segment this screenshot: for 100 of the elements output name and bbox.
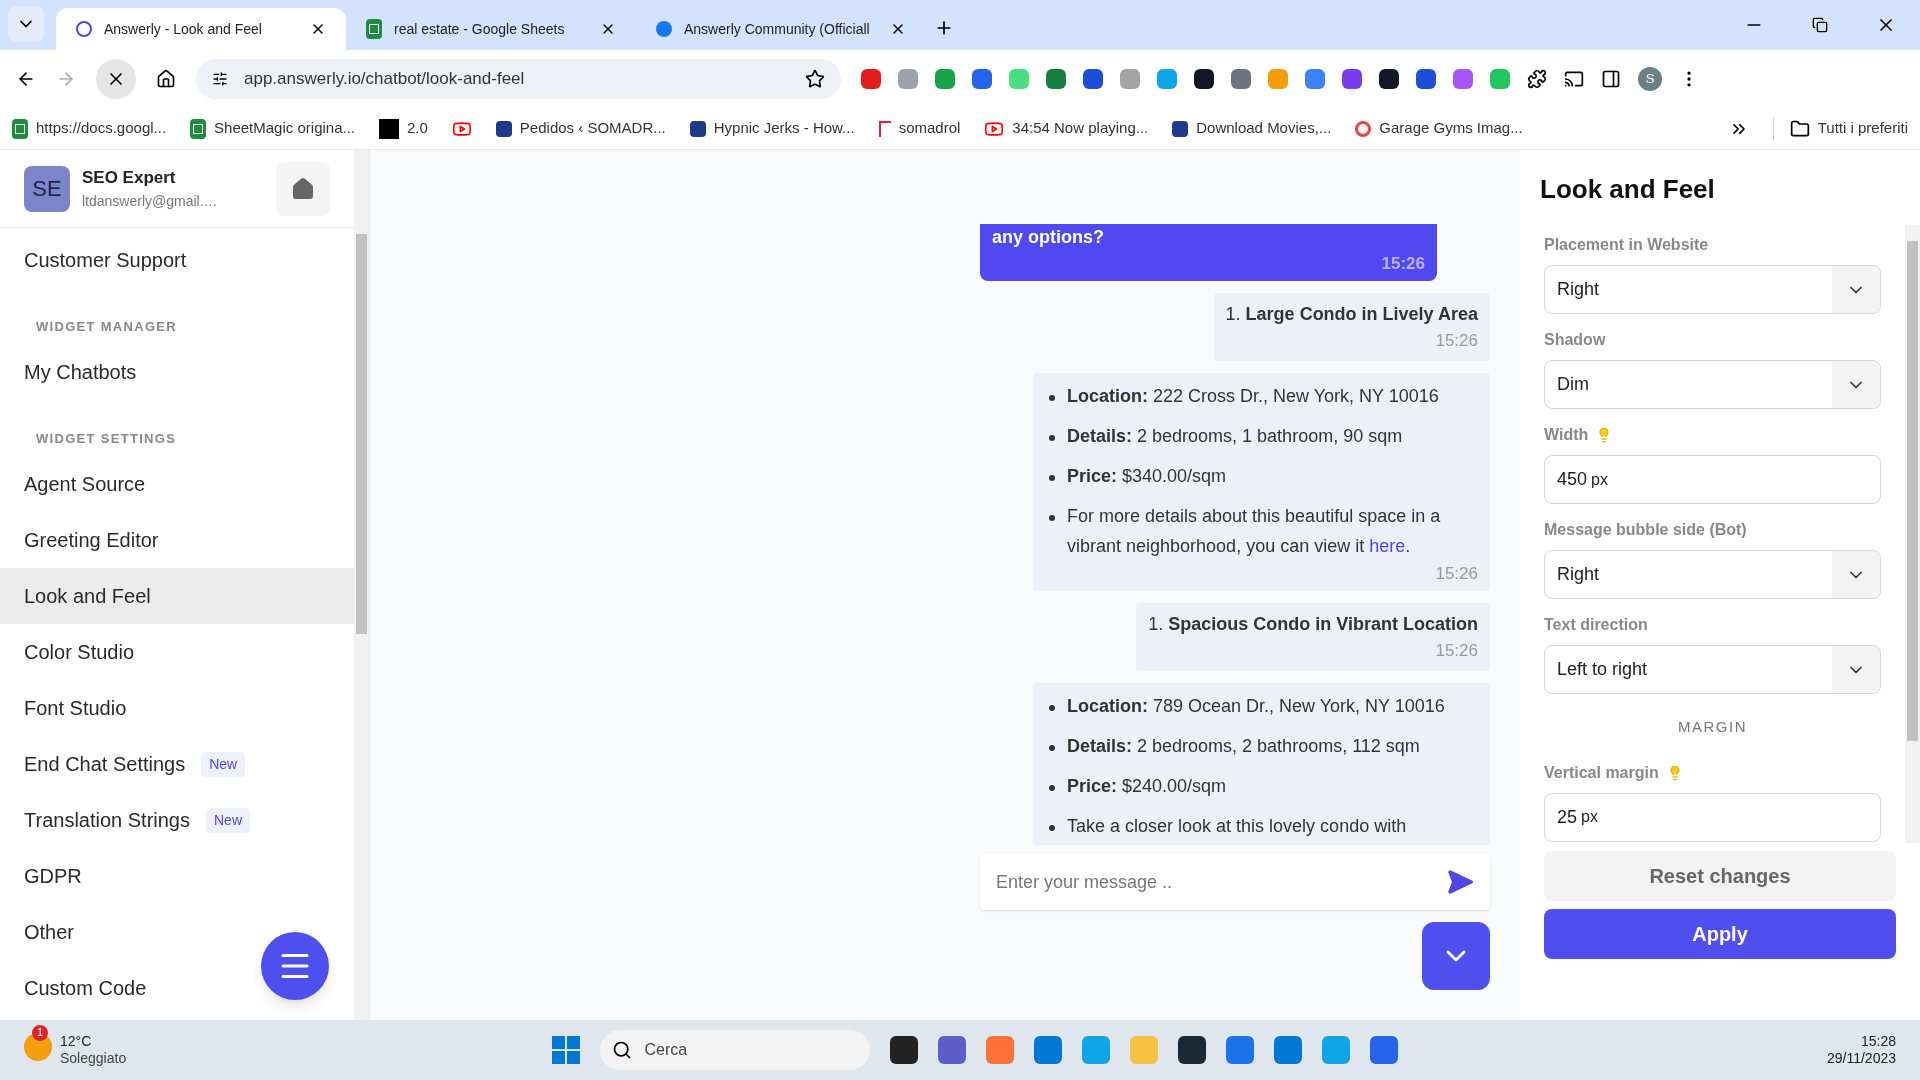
home-icon bbox=[291, 176, 315, 201]
select-dropdown[interactable]: Left to right bbox=[1544, 645, 1881, 694]
bookmark[interactable]: Garage Gyms Imag... bbox=[1355, 117, 1523, 140]
apply-button[interactable]: Apply bbox=[1544, 909, 1896, 959]
facebook-icon bbox=[656, 21, 672, 37]
start-icon[interactable] bbox=[552, 1036, 581, 1064]
message-text: Take a closer look at this lovely condo with bbox=[1067, 815, 1407, 838]
bookmark-label: 34:54 Now playing... bbox=[1012, 118, 1149, 139]
message-text: Price: $340.00/sqm bbox=[1067, 465, 1227, 488]
weather-condition: Soleggiato bbox=[60, 1050, 127, 1068]
select-dropdown[interactable]: Dim bbox=[1544, 360, 1881, 409]
restore-icon[interactable] bbox=[1812, 17, 1828, 33]
message-text: any options? bbox=[992, 226, 1105, 249]
bookmark[interactable]: 2.0 bbox=[379, 117, 428, 140]
url-text: app.answerly.io/chatbot/look-and-feel bbox=[244, 68, 526, 91]
cast-icon[interactable] bbox=[1564, 69, 1584, 89]
field-label: Shadow bbox=[1544, 330, 1606, 350]
nav-label: Custom Code bbox=[24, 976, 147, 1001]
panel-title: Look and Feel bbox=[1539, 173, 1716, 206]
browser-tab[interactable]: Answerly Community (Officiall bbox=[636, 8, 926, 50]
temperature: 12°C bbox=[60, 1032, 93, 1050]
side-panel-icon[interactable] bbox=[1601, 69, 1621, 89]
bookmark-label: somadrol bbox=[898, 118, 961, 139]
bookmark[interactable]: Download Movies,... bbox=[1172, 117, 1332, 140]
browser-tab[interactable]: Answerly - Look and Feel bbox=[56, 8, 346, 50]
bookmark[interactable]: https://docs.googl... bbox=[12, 117, 167, 140]
message-text: Location: 222 Cross Dr., New York, NY 10016 bbox=[1067, 385, 1439, 408]
number-input-field[interactable]: 25 px bbox=[1544, 792, 1881, 842]
field-value: 450 bbox=[1557, 468, 1588, 491]
extension-icon[interactable] bbox=[1416, 69, 1436, 89]
bookmark[interactable]: 34:54 Now playing... bbox=[984, 117, 1149, 140]
bookmark[interactable]: SheetMagic origina... bbox=[190, 117, 355, 140]
bookmark-label: Hypnic Jerks - How... bbox=[713, 118, 855, 139]
bookmark-label: 2.0 bbox=[407, 118, 428, 139]
spreadsheet-icon bbox=[366, 19, 382, 39]
unit-label: px bbox=[1581, 807, 1598, 827]
spreadsheet-icon bbox=[12, 118, 28, 139]
user-email: ltdanswerly@gmail.… bbox=[82, 191, 219, 211]
all-bookmarks[interactable]: Tutti i preferiti bbox=[1772, 117, 1908, 140]
taskbar-app-icon[interactable] bbox=[890, 1036, 919, 1064]
message-time: 15:26 bbox=[1435, 329, 1478, 352]
bookmark[interactable]: Pedidos ‹ SOMADR... bbox=[495, 117, 666, 140]
extension-icon[interactable] bbox=[1194, 69, 1214, 89]
bullet-icon bbox=[1049, 705, 1055, 711]
taskbar-search[interactable]: Cerca bbox=[600, 1030, 871, 1070]
clock-date: 29/11/2023 bbox=[1826, 1050, 1896, 1068]
spreadsheet-icon bbox=[190, 118, 207, 139]
select-dropdown[interactable]: Right bbox=[1544, 265, 1881, 314]
star-icon[interactable] bbox=[805, 69, 825, 89]
tab-title: Answerly Community (Officiall bbox=[684, 19, 871, 39]
address-bar[interactable]: app.answerly.io/chatbot/look-and-feel bbox=[196, 59, 841, 99]
site-icon bbox=[689, 120, 706, 137]
bookmark-label: Pedidos ‹ SOMADR... bbox=[519, 118, 666, 139]
field-label: Vertical margin bbox=[1544, 762, 1659, 783]
home-button[interactable] bbox=[276, 161, 330, 216]
bullet-icon bbox=[1049, 785, 1055, 791]
new-badge: New bbox=[206, 807, 250, 833]
stop-loading-button[interactable] bbox=[96, 59, 136, 99]
nav-label: Agent Source bbox=[24, 472, 146, 497]
field-label: Text direction bbox=[1544, 615, 1648, 635]
extension-icon[interactable] bbox=[1083, 69, 1103, 89]
profile-avatar[interactable]: S bbox=[1638, 67, 1662, 91]
home-icon[interactable] bbox=[156, 69, 176, 89]
here-link[interactable]: here bbox=[1369, 536, 1406, 556]
extension-icon[interactable] bbox=[1379, 69, 1399, 89]
field-value: 25 bbox=[1557, 805, 1578, 829]
select-dropdown[interactable]: Right bbox=[1544, 550, 1881, 599]
message-text: Price: $240.00/sqm bbox=[1067, 775, 1227, 798]
nav-label: Color Studio bbox=[24, 640, 135, 665]
nav-label: Customer Support bbox=[24, 248, 187, 273]
bookmark[interactable]: somadrol bbox=[878, 117, 961, 140]
scrollbar[interactable] bbox=[1905, 225, 1920, 843]
taskbar-app-icon[interactable] bbox=[1178, 1036, 1207, 1064]
extensions-icon[interactable] bbox=[1527, 69, 1547, 89]
nav-label: My Chatbots bbox=[24, 360, 137, 385]
send-icon[interactable] bbox=[1446, 868, 1474, 896]
nav-label: Greeting Editor bbox=[24, 528, 159, 553]
message-input[interactable]: Enter your message .. bbox=[980, 854, 1490, 910]
field-label: Message bubble side (Bot) bbox=[1544, 520, 1747, 540]
field-label: Placement in Website bbox=[1544, 235, 1709, 255]
browser-tab[interactable]: real estate - Google Sheets bbox=[346, 8, 636, 50]
search-placeholder: Cerca bbox=[644, 1040, 688, 1060]
scrollbar[interactable] bbox=[354, 150, 369, 1020]
new-badge: New bbox=[201, 751, 246, 777]
scroll-down-button[interactable] bbox=[1422, 922, 1490, 990]
reset-button[interactable]: Reset changes bbox=[1544, 851, 1896, 901]
bullet-icon bbox=[1049, 395, 1055, 401]
section-heading: WIDGET MANAGER bbox=[36, 317, 177, 336]
bookmark-label: Download Movies,... bbox=[1196, 118, 1332, 139]
nav-item[interactable]: Look and Feel bbox=[0, 568, 354, 624]
bookmark[interactable]: Hypnic Jerks - How... bbox=[689, 117, 855, 140]
folder-icon bbox=[1789, 118, 1810, 139]
bullet-icon bbox=[1049, 745, 1055, 751]
number-input-field[interactable]: 450 px bbox=[1544, 455, 1881, 504]
bullet-icon bbox=[1049, 475, 1055, 481]
nav-label: End Chat Settings bbox=[24, 752, 186, 777]
message-time: 15:26 bbox=[1435, 563, 1478, 585]
site-settings-icon[interactable] bbox=[212, 71, 228, 87]
nav-label: GDPR bbox=[24, 864, 82, 889]
user-name: SEO Expert bbox=[82, 167, 177, 190]
